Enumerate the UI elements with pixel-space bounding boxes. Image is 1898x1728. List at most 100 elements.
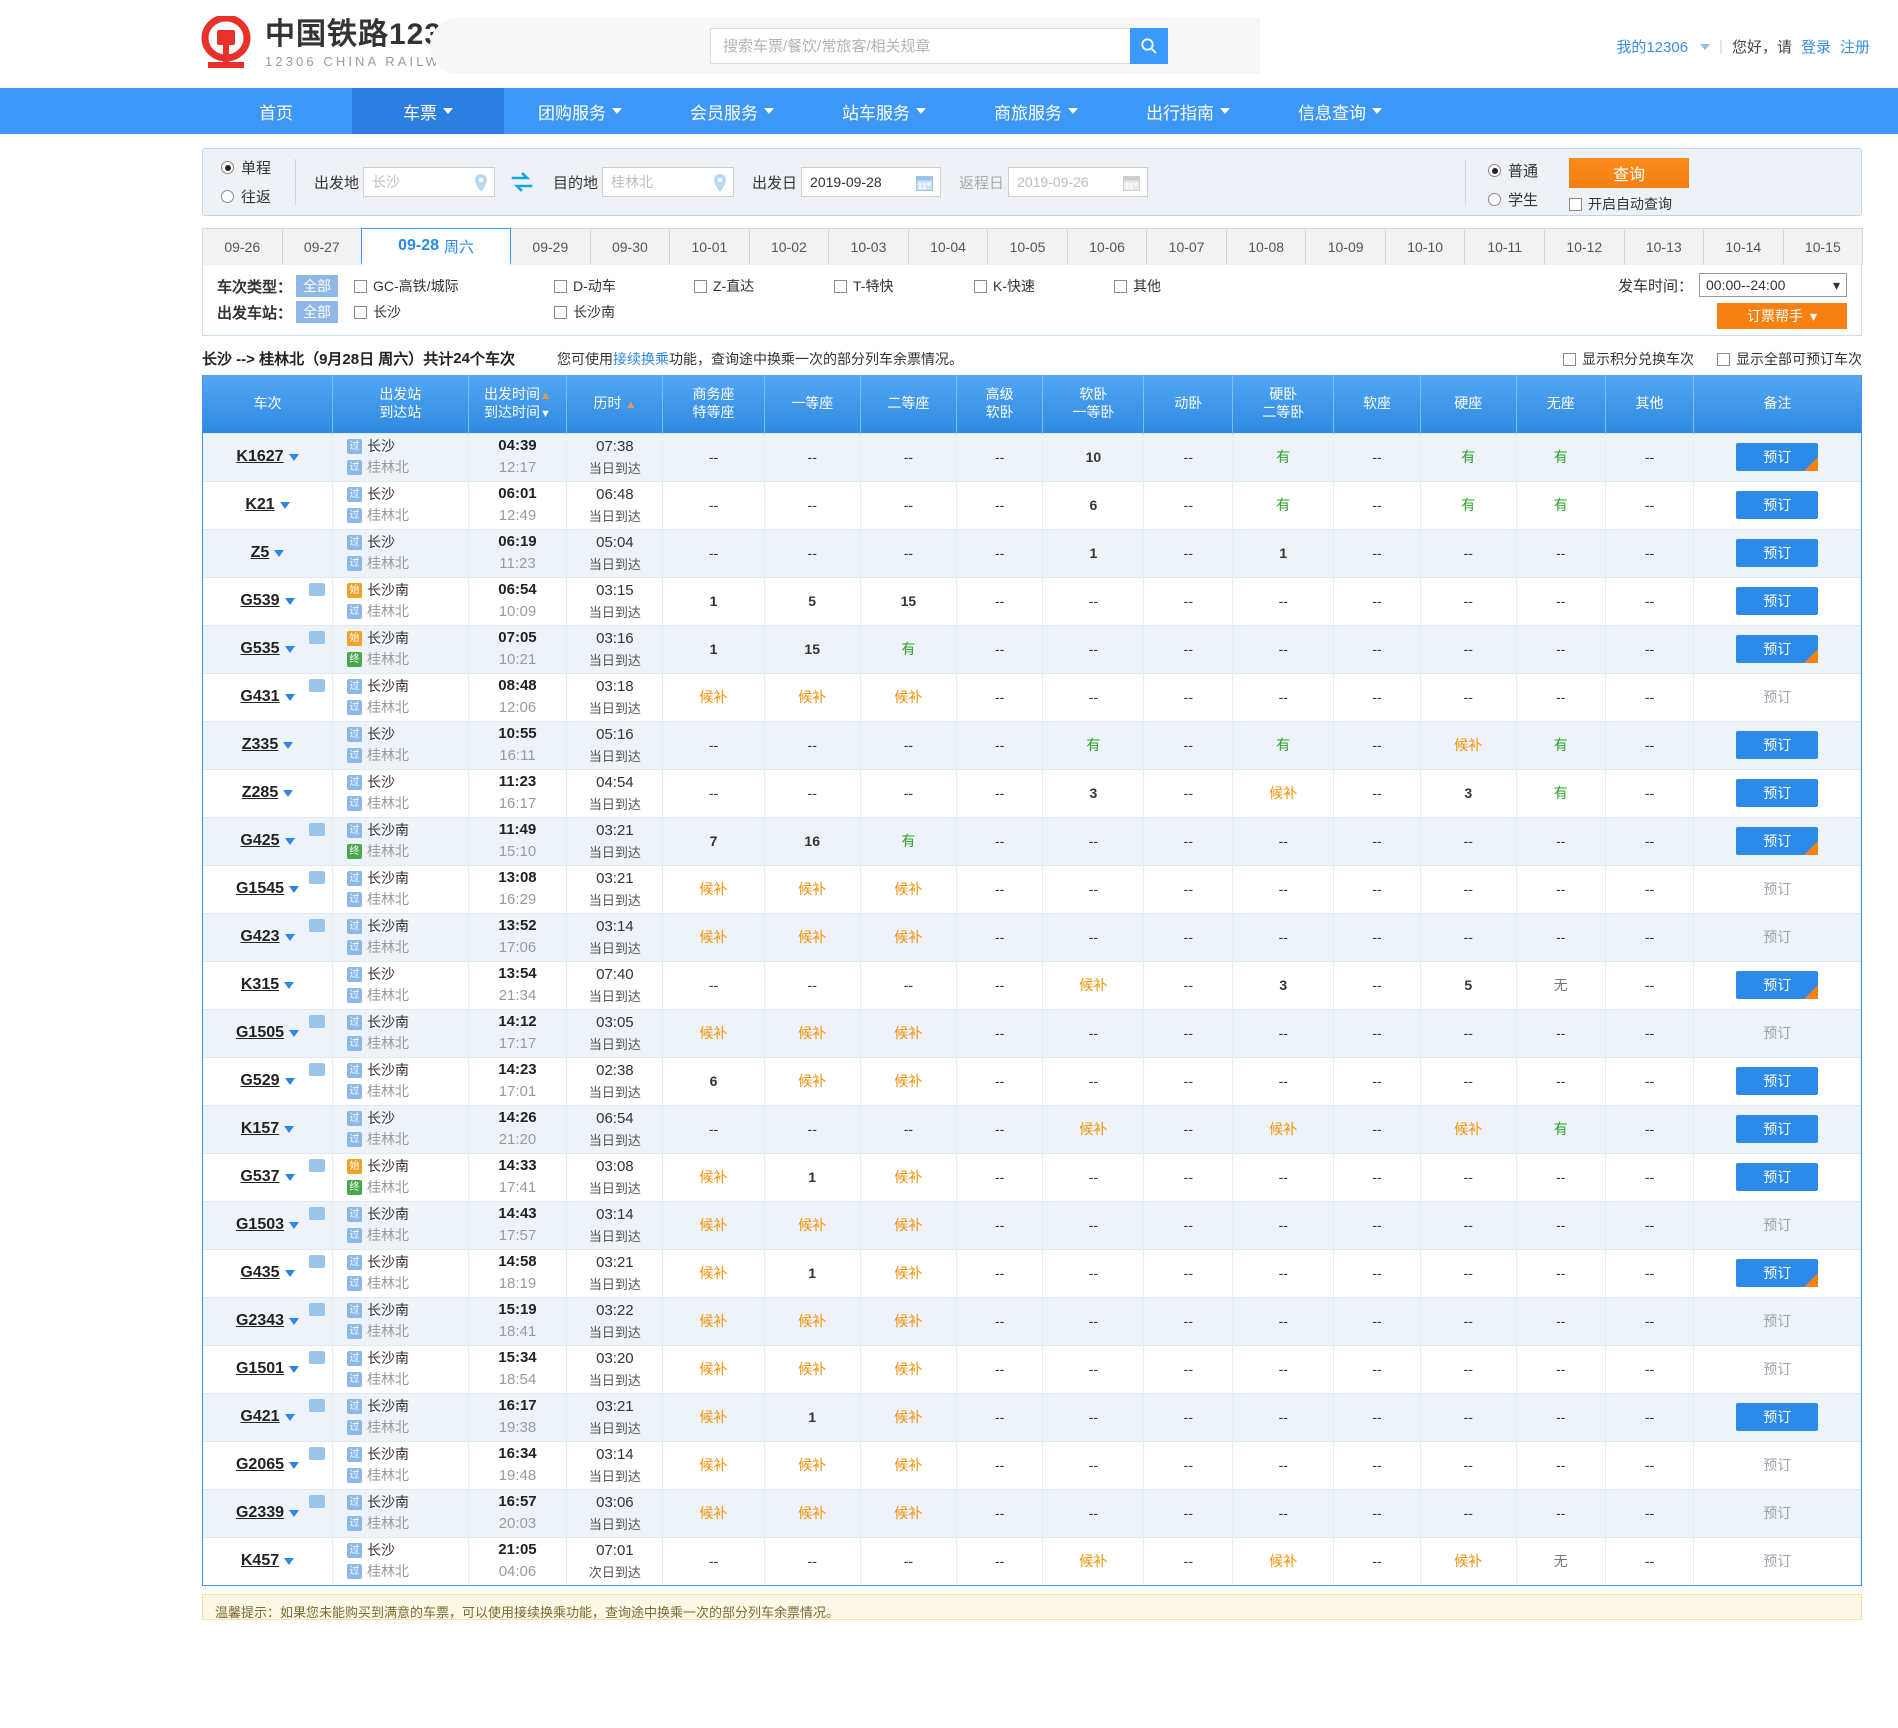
show-points-trains-checkbox[interactable]: 显示积分兑换车次: [1563, 349, 1694, 369]
date-tab-09-29[interactable]: 09-29: [510, 228, 591, 265]
train-number-group[interactable]: G2343: [204, 1303, 331, 1330]
expand-caret-icon[interactable]: [284, 1077, 295, 1085]
train-type-checkbox-0[interactable]: GC-高铁/城际: [354, 276, 514, 296]
train-number-group[interactable]: G1501: [204, 1351, 331, 1378]
train-number-link[interactable]: G431: [240, 688, 279, 706]
cell-booking[interactable]: 预订: [1693, 1200, 1861, 1249]
expand-caret-icon[interactable]: [283, 789, 294, 797]
expand-caret-icon[interactable]: [289, 885, 300, 893]
date-tab-09-26[interactable]: 09-26: [202, 228, 283, 265]
station-all-chip[interactable]: 全部: [296, 301, 339, 323]
date-tab-10-11[interactable]: 10-11: [1464, 228, 1545, 265]
expand-caret-icon[interactable]: [284, 981, 295, 989]
radio-normal[interactable]: 普通: [1488, 160, 1538, 181]
date-tab-09-27[interactable]: 09-27: [281, 228, 363, 265]
cell-booking[interactable]: 预订: [1693, 768, 1861, 817]
train-number-link[interactable]: K1627: [236, 448, 283, 466]
train-number-group[interactable]: G2339: [204, 1495, 331, 1522]
date-tab-10-02[interactable]: 10-02: [748, 228, 830, 265]
date-tab-09-30[interactable]: 09-30: [589, 228, 671, 265]
cell-booking[interactable]: 预订: [1693, 432, 1861, 481]
my-12306-link[interactable]: 我的12306: [1616, 36, 1688, 57]
expand-caret-icon[interactable]: [288, 453, 299, 461]
train-number-group[interactable]: G1505: [204, 1015, 331, 1042]
cell-booking[interactable]: 预订: [1693, 1104, 1861, 1153]
book-button[interactable]: 预订: [1736, 587, 1819, 615]
train-number-group[interactable]: G1503: [204, 1207, 331, 1234]
train-number-link[interactable]: G435: [240, 1264, 279, 1282]
auto-query-checkbox[interactable]: 开启自动查询: [1569, 194, 1672, 214]
expand-caret-icon[interactable]: [274, 549, 285, 557]
cell-booking[interactable]: 预订: [1693, 576, 1861, 625]
date-tab-10-01[interactable]: 10-01: [669, 228, 750, 265]
train-type-checkbox-3[interactable]: T-特快: [834, 276, 934, 296]
train-type-all-chip[interactable]: 全部: [296, 275, 339, 297]
book-button[interactable]: 预订: [1736, 443, 1819, 471]
cell-train-number[interactable]: G1503: [203, 1200, 333, 1249]
expand-caret-icon[interactable]: [284, 1413, 295, 1421]
date-tab-10-15[interactable]: 10-15: [1782, 228, 1864, 265]
cell-booking[interactable]: 预订: [1693, 1296, 1861, 1345]
swap-stations-icon[interactable]: [511, 171, 533, 193]
cell-train-number[interactable]: G435: [203, 1248, 333, 1297]
train-number-group[interactable]: K1627: [204, 448, 331, 466]
train-number-group[interactable]: G431: [204, 679, 331, 706]
train-number-link[interactable]: G537: [240, 1168, 279, 1186]
train-number-link[interactable]: G425: [240, 832, 279, 850]
cell-booking[interactable]: 预订: [1693, 1056, 1861, 1105]
train-number-link[interactable]: G2343: [236, 1312, 284, 1330]
train-number-group[interactable]: K457: [204, 1552, 331, 1570]
train-number-link[interactable]: Z285: [242, 784, 278, 802]
cell-train-number[interactable]: G425: [203, 816, 333, 865]
train-number-link[interactable]: K315: [241, 976, 279, 994]
cell-train-number[interactable]: K1627: [203, 432, 333, 481]
cell-booking[interactable]: 预订: [1693, 672, 1861, 721]
train-number-group[interactable]: G421: [204, 1399, 331, 1426]
train-number-link[interactable]: G2339: [236, 1504, 284, 1522]
cell-train-number[interactable]: Z5: [203, 528, 333, 577]
expand-caret-icon[interactable]: [289, 1509, 300, 1517]
cell-booking[interactable]: 预订: [1693, 1488, 1861, 1537]
cell-booking[interactable]: 预订: [1693, 1248, 1861, 1297]
expand-caret-icon[interactable]: [289, 1365, 300, 1373]
cell-booking[interactable]: 预订: [1693, 1152, 1861, 1201]
expand-caret-icon[interactable]: [284, 1125, 295, 1133]
cell-train-number[interactable]: G431: [203, 672, 333, 721]
nav-item-7[interactable]: 信息查询: [1264, 88, 1416, 134]
train-number-group[interactable]: G435: [204, 1255, 331, 1282]
train-number-link[interactable]: G1501: [236, 1360, 284, 1378]
cell-train-number[interactable]: G423: [203, 912, 333, 961]
cell-train-number[interactable]: G421: [203, 1392, 333, 1441]
chevron-down-icon[interactable]: [1700, 43, 1711, 50]
expand-caret-icon[interactable]: [284, 933, 295, 941]
date-tab-10-04[interactable]: 10-04: [907, 228, 989, 265]
book-button[interactable]: 预订: [1736, 731, 1819, 759]
th-train-number[interactable]: 车次: [203, 375, 333, 433]
train-number-link[interactable]: G529: [240, 1072, 279, 1090]
cell-train-number[interactable]: G535: [203, 624, 333, 673]
cell-train-number[interactable]: G529: [203, 1056, 333, 1105]
nav-item-1[interactable]: 车票: [352, 88, 504, 134]
date-tab-10-12[interactable]: 10-12: [1543, 228, 1625, 265]
train-type-checkbox-5[interactable]: 其他: [1114, 276, 1214, 296]
departure-time-select[interactable]: 00:00--24:00 ▾: [1699, 273, 1847, 297]
cell-booking[interactable]: 预订: [1693, 1392, 1861, 1441]
cell-booking[interactable]: 预订: [1693, 480, 1861, 529]
station-checkbox-0[interactable]: 长沙: [354, 302, 514, 322]
train-number-group[interactable]: K157: [204, 1120, 331, 1138]
date-tab-10-07[interactable]: 10-07: [1146, 228, 1227, 265]
expand-caret-icon[interactable]: [284, 1269, 295, 1277]
login-link[interactable]: 登录: [1801, 36, 1831, 57]
cell-train-number[interactable]: G2339: [203, 1488, 333, 1537]
cell-booking[interactable]: 预订: [1693, 720, 1861, 769]
train-number-link[interactable]: Z5: [251, 544, 270, 562]
train-type-checkbox-1[interactable]: D-动车: [554, 276, 654, 296]
radio-one-way[interactable]: 单程: [221, 157, 295, 178]
cell-booking[interactable]: 预订: [1693, 864, 1861, 913]
calendar-icon[interactable]: [916, 175, 934, 191]
nav-item-2[interactable]: 团购服务: [504, 88, 656, 134]
nav-item-4[interactable]: 站车服务: [808, 88, 960, 134]
cell-booking[interactable]: 预订: [1693, 960, 1861, 1009]
train-number-link[interactable]: K21: [245, 496, 274, 514]
date-tab-10-03[interactable]: 10-03: [828, 228, 909, 265]
